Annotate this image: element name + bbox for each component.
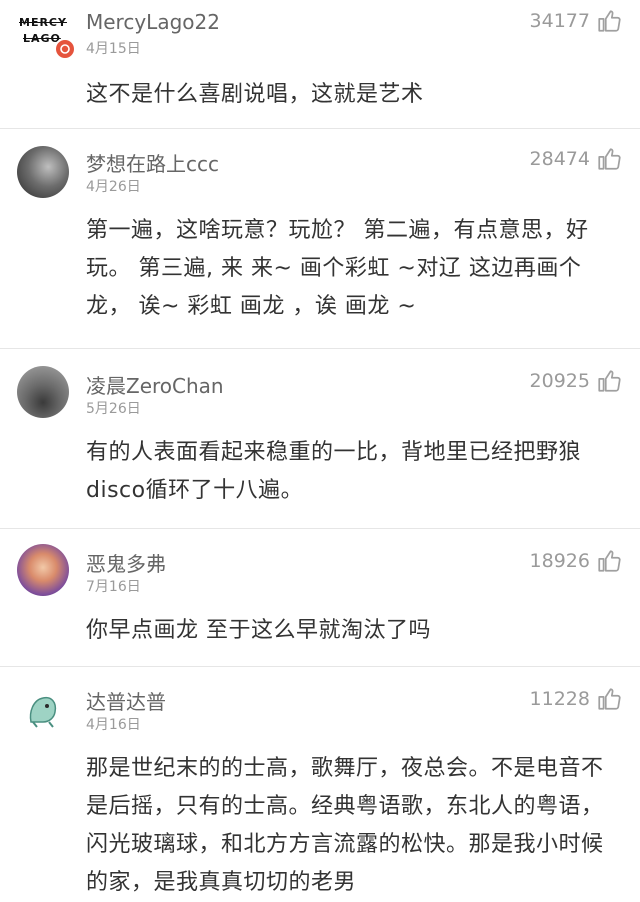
avatar[interactable]: [17, 682, 69, 734]
avatar[interactable]: [17, 366, 69, 418]
username[interactable]: 凌晨ZeroChan: [86, 370, 224, 399]
comment-text: 那是世纪末的的士高，歌舞厅，夜总会。不是电音不是后摇，只有的士高。经典粤语歌，东…: [86, 756, 604, 895]
avatar[interactable]: [17, 146, 69, 198]
comment-item: 达普达普 4月16日 11228 那是世纪末的的士高，歌舞厅，夜总会。不是电音不…: [0, 666, 640, 895]
comment-date: 4月16日: [86, 717, 141, 733]
comment-text: 这不是什么喜剧说唱，这就是艺术: [86, 82, 424, 107]
like-count: 28474: [529, 148, 590, 170]
username[interactable]: 梦想在路上ccc: [86, 148, 219, 177]
comment-date: 7月16日: [86, 579, 141, 595]
verified-badge-icon: [54, 38, 76, 60]
avatar-logo-text-top: MERCY: [19, 16, 67, 29]
comment-date: 5月26日: [86, 401, 141, 417]
dinosaur-avatar-icon: [29, 696, 57, 728]
like-button[interactable]: 28474: [530, 146, 622, 172]
like-button[interactable]: 34177: [530, 8, 622, 34]
comment-item: 凌晨ZeroChan 5月26日 20925 有的人表面看起来稳重的一比，背地里…: [0, 348, 640, 529]
like-button[interactable]: 18926: [530, 548, 622, 574]
comment-text: 第一遍，这啥玩意？玩尬？ 第二遍，有点意思，好玩。 第三遍, 来 来~ 画个彩虹…: [86, 218, 589, 319]
like-button[interactable]: 11228: [530, 686, 622, 712]
avatar[interactable]: [17, 544, 69, 596]
username[interactable]: 恶鬼多弗: [86, 548, 166, 577]
like-count: 18926: [529, 550, 590, 572]
like-count: 20925: [529, 370, 590, 392]
thumbs-up-icon: [598, 370, 621, 392]
comment-date: 4月15日: [86, 41, 141, 57]
comment-text: 你早点画龙 至于这么早就淘汰了吗: [86, 618, 431, 643]
comment-text: 有的人表面看起来稳重的一比，背地里已经把野狼disco循环了十八遍。: [86, 440, 582, 503]
comment-item: 恶鬼多弗 7月16日 18926 你早点画龙 至于这么早就淘汰了吗: [0, 528, 640, 667]
comment-date: 4月26日: [86, 179, 141, 195]
comment-item: 梦想在路上ccc 4月26日 28474 第一遍，这啥玩意？玩尬？ 第二遍，有点…: [0, 128, 640, 349]
thumbs-up-icon: [598, 550, 621, 572]
like-count: 11228: [529, 688, 590, 710]
thumbs-up-icon: [598, 688, 621, 710]
comment-item: MERCY LAGO MercyLago22 4月15日 34177 这不是什么…: [0, 0, 640, 129]
like-count: 34177: [529, 10, 590, 32]
thumbs-up-icon: [598, 148, 621, 170]
like-button[interactable]: 20925: [530, 368, 622, 394]
thumbs-up-icon: [598, 10, 621, 32]
username[interactable]: MercyLago22: [86, 10, 220, 34]
username[interactable]: 达普达普: [86, 686, 166, 715]
